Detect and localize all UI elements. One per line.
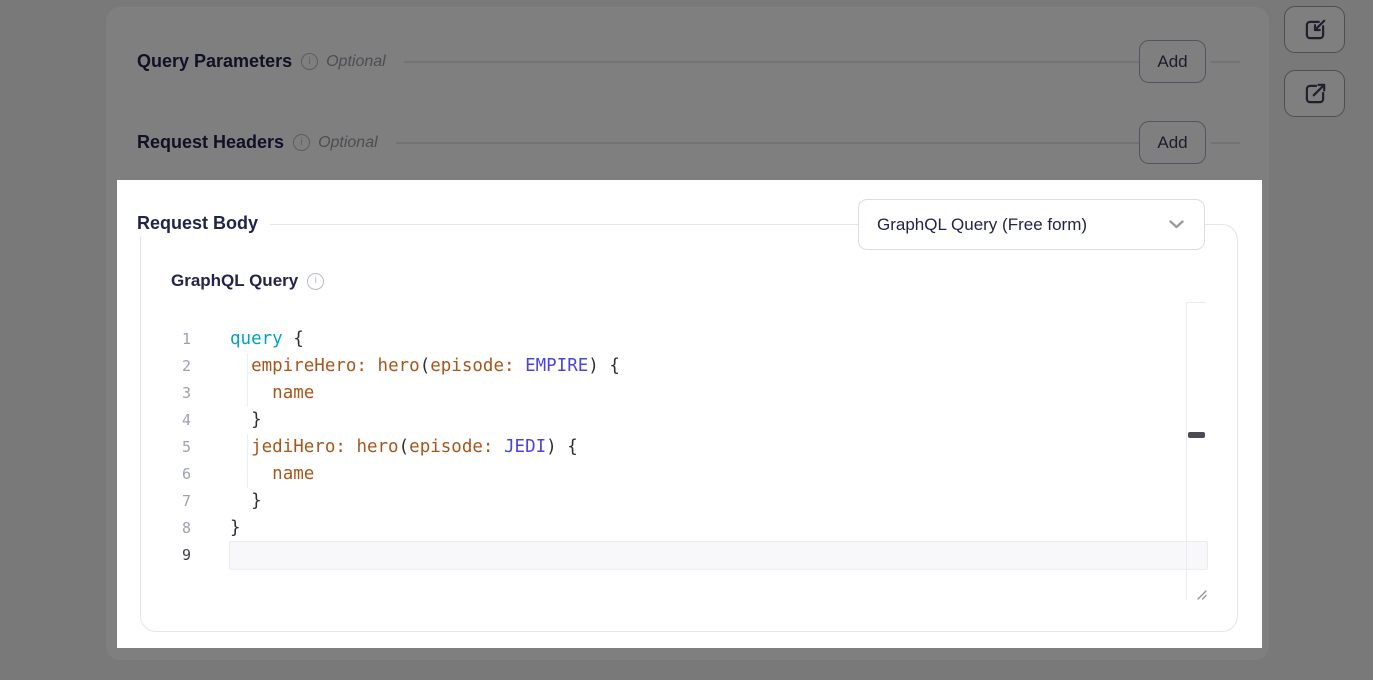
editor-label-row: GraphQL Query (171, 271, 324, 291)
code-line-text (191, 542, 230, 569)
line-number: 1 (165, 326, 191, 353)
line-number: 8 (165, 515, 191, 542)
code-line[interactable]: 7 } (165, 488, 1206, 515)
code-line-text: jediHero: hero(episode: JEDI) { (191, 434, 578, 461)
scrollbar-thumb[interactable] (1188, 432, 1205, 438)
line-number: 4 (165, 407, 191, 434)
body-type-selected-value: GraphQL Query (Free form) (877, 215, 1169, 235)
info-icon[interactable] (293, 134, 310, 151)
code-line-text: } (191, 407, 262, 434)
info-icon[interactable] (307, 273, 324, 290)
divider (396, 142, 1139, 144)
dim-overlay-left (0, 180, 117, 648)
add-request-header-button[interactable]: Add (1139, 121, 1206, 164)
line-number: 2 (165, 353, 191, 380)
editor-scrollbar[interactable] (1186, 302, 1206, 600)
pop-in-editor-button[interactable] (1284, 6, 1345, 53)
open-external-button[interactable] (1284, 70, 1345, 117)
body-type-select[interactable]: GraphQL Query (Free form) (858, 199, 1205, 250)
line-number: 5 (165, 434, 191, 461)
code-line-text: } (191, 488, 262, 515)
query-parameters-title: Query Parameters (137, 51, 292, 72)
request-headers-title: Request Headers (137, 132, 284, 153)
dim-overlay-right (1262, 180, 1373, 648)
request-body-title: Request Body (137, 210, 270, 236)
code-line-text: empireHero: hero(episode: EMPIRE) { (191, 353, 620, 380)
code-line-text: name (191, 380, 314, 407)
code-line-text: query { (191, 326, 304, 353)
code-line[interactable]: 4 } (165, 407, 1206, 434)
pop-in-editor-icon (1302, 17, 1328, 43)
code-line[interactable]: 3 name (165, 380, 1206, 407)
code-line[interactable]: 6 name (165, 461, 1206, 488)
code-line[interactable]: 2 empireHero: hero(episode: EMPIRE) { (165, 353, 1206, 380)
graphql-query-label: GraphQL Query (171, 271, 298, 291)
code-line[interactable]: 8} (165, 515, 1206, 542)
code-line-text: name (191, 461, 314, 488)
divider (1210, 142, 1240, 144)
optional-label: Optional (326, 53, 386, 71)
chevron-down-icon (1169, 220, 1184, 229)
divider (404, 61, 1139, 63)
line-number: 9 (165, 542, 191, 569)
line-number: 6 (165, 461, 191, 488)
info-icon[interactable] (301, 53, 318, 70)
request-headers-row: Request Headers Optional Add (137, 121, 1240, 164)
open-external-icon (1302, 81, 1328, 107)
query-parameters-row: Query Parameters Optional Add (137, 40, 1240, 83)
code-line[interactable]: 9 (165, 542, 1206, 569)
editor-resize-grip[interactable] (1194, 587, 1208, 601)
line-number: 3 (165, 380, 191, 407)
code-line[interactable]: 1query { (165, 326, 1206, 353)
line-number: 7 (165, 488, 191, 515)
add-query-parameter-button[interactable]: Add (1139, 40, 1206, 83)
code-editor[interactable]: 1query {2 empireHero: hero(episode: EMPI… (165, 326, 1206, 569)
optional-label: Optional (318, 134, 378, 152)
code-line[interactable]: 5 jediHero: hero(episode: JEDI) { (165, 434, 1206, 461)
code-line-text: } (191, 515, 241, 542)
divider (1210, 61, 1240, 63)
